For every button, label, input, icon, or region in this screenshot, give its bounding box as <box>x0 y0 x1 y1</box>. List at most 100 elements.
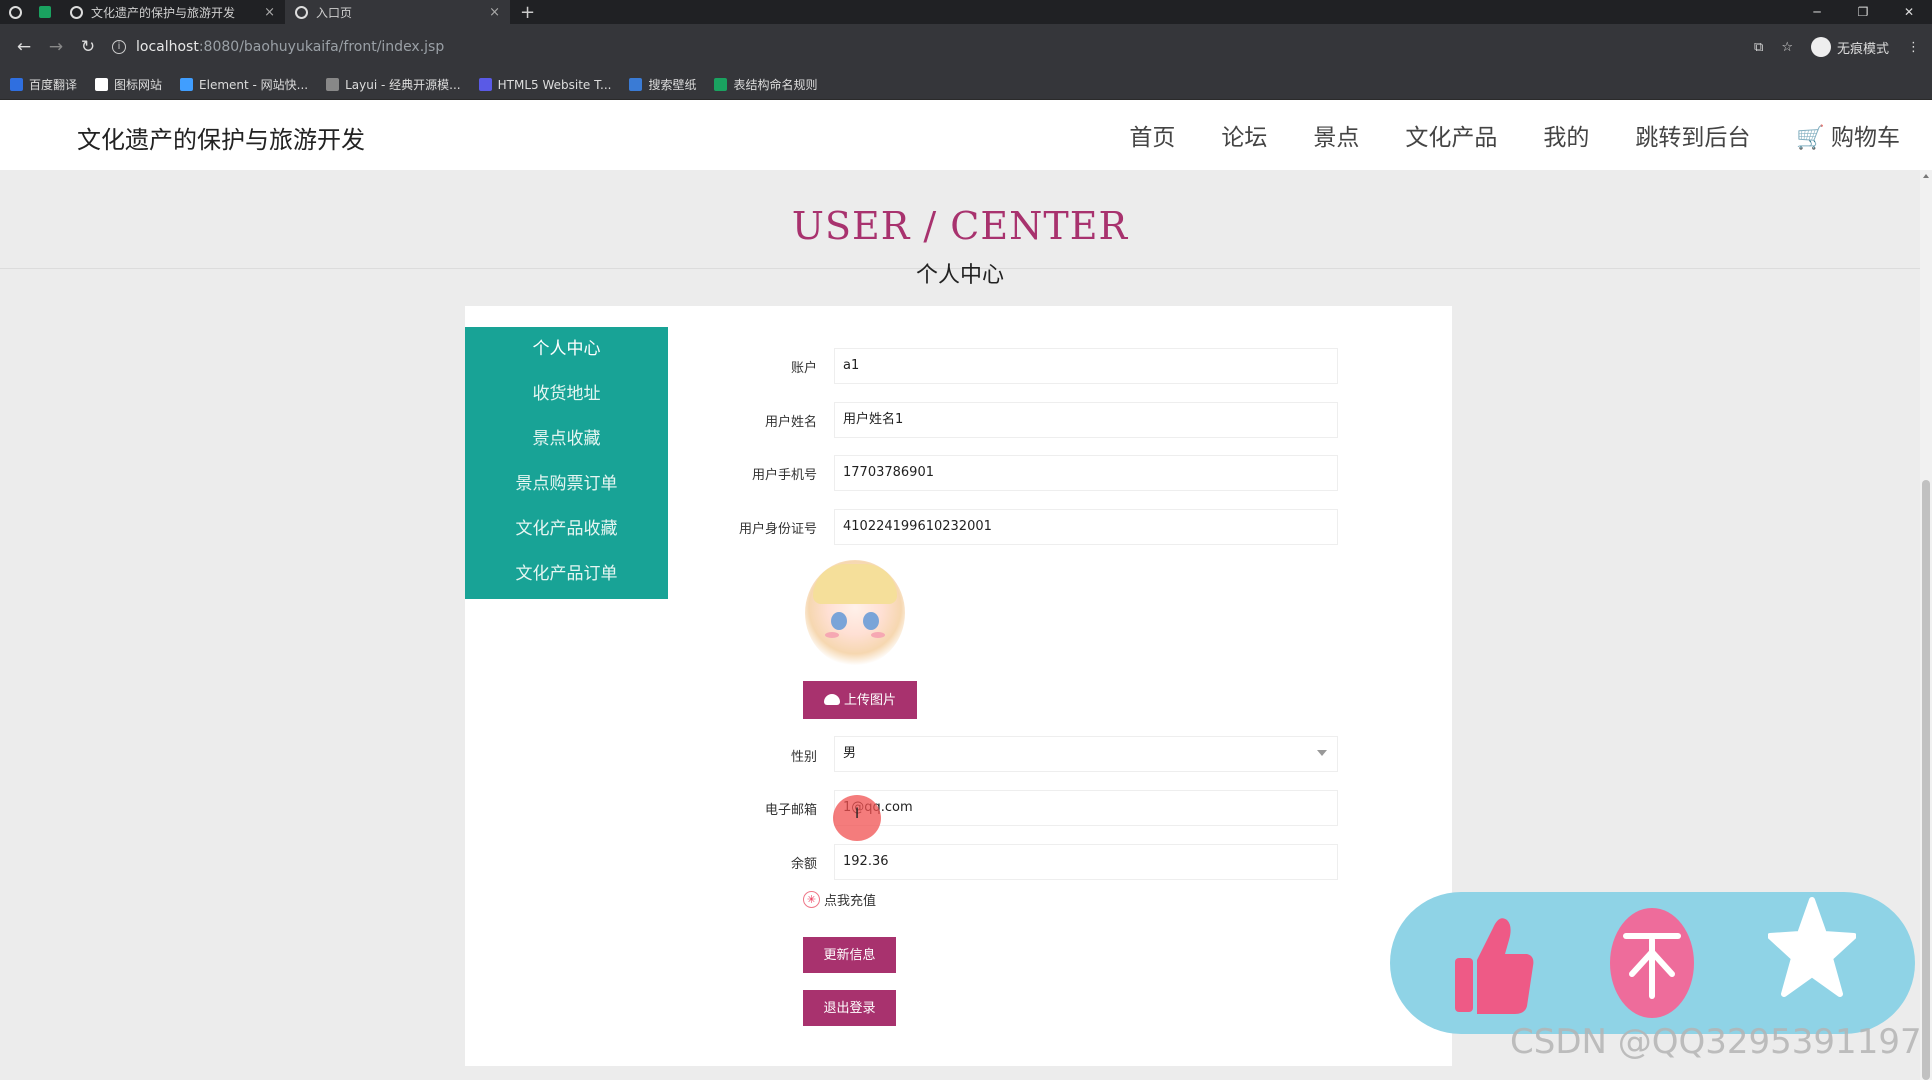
name-field[interactable]: 用户姓名1 <box>834 402 1338 438</box>
nav-cart[interactable]: 🛒 购物车 <box>1796 118 1900 152</box>
browser-tab-bar: 文化遗产的保护与旅游开发 × 入口页 × + ─ ❐ ✕ <box>0 0 1932 24</box>
sidebar-item-ticket-orders[interactable]: 景点购票订单 <box>465 462 668 507</box>
bookmark-item[interactable]: Layui - 经典开源模... <box>326 76 461 93</box>
phone-label: 用户手机号 <box>751 468 817 483</box>
pinned-tab[interactable] <box>30 0 60 24</box>
reload-button[interactable]: ↻ <box>72 37 104 57</box>
page-title-en: USER / CENTER <box>791 204 1129 248</box>
sidebar-item-product-favorites[interactable]: 文化产品收藏 <box>465 507 668 552</box>
omnibox-actions: ⧉ ☆ 无痕模式 ⋮ <box>1754 24 1920 70</box>
tab-site[interactable]: 文化遗产的保护与旅游开发 × <box>60 0 285 24</box>
info-icon[interactable]: i <box>112 40 126 54</box>
tab-close-icon[interactable]: × <box>489 5 500 20</box>
address-bar-row: ← → ↻ i localhost :8080/baohuyukaifa/fro… <box>0 24 1932 70</box>
scroll-thumb[interactable] <box>1922 480 1930 1080</box>
gender-select[interactable]: 男 <box>834 736 1338 772</box>
upload-label: 上传图片 <box>843 692 896 707</box>
cloud-upload-icon <box>823 694 840 705</box>
balance-label: 余额 <box>790 857 817 872</box>
nav-cart-label: 购物车 <box>1831 125 1900 151</box>
sidebar-item-profile[interactable]: 个人中心 <box>465 327 668 372</box>
tab-close-icon[interactable]: × <box>264 5 275 20</box>
sidebar-menu: 个人中心 收货地址 景点收藏 景点购票订单 文化产品收藏 文化产品订单 <box>465 327 668 599</box>
nav-mine[interactable]: 我的 <box>1543 118 1589 152</box>
recharge-label: 点我充值 <box>824 894 877 909</box>
nav-admin[interactable]: 跳转到后台 <box>1635 118 1750 152</box>
globe-icon <box>8 5 22 19</box>
omnibox[interactable]: i localhost :8080/baohuyukaifa/front/ind… <box>112 24 1932 70</box>
phone-field[interactable]: 17703786901 <box>834 455 1338 491</box>
update-info-button[interactable]: 更新信息 <box>803 937 896 973</box>
element-icon <box>180 78 194 91</box>
new-tab-button[interactable]: + <box>510 2 545 23</box>
tab-title: 文化遗产的保护与旅游开发 <box>91 5 236 20</box>
bookmark-item[interactable]: 表结构命名规则 <box>714 76 817 93</box>
balance-field[interactable]: 192.36 <box>834 844 1338 880</box>
avatar <box>805 560 905 666</box>
upload-image-button[interactable]: 上传图片 <box>803 681 917 719</box>
translate-icon[interactable]: ⧉ <box>1754 40 1763 55</box>
window-controls: ─ ❐ ✕ <box>1794 0 1932 24</box>
back-button[interactable]: ← <box>8 37 40 57</box>
minimize-button[interactable]: ─ <box>1794 0 1840 24</box>
globe-icon <box>70 5 83 19</box>
bookmark-star-icon[interactable]: ☆ <box>1781 40 1793 55</box>
tab-entry[interactable]: 入口页 × <box>285 0 510 24</box>
sheet-icon <box>39 6 51 18</box>
star-icon[interactable] <box>1768 896 1856 1000</box>
chevron-down-icon <box>1317 750 1327 756</box>
nav-forum[interactable]: 论坛 <box>1221 118 1267 152</box>
recharge-icon: ✳ <box>803 891 820 908</box>
bookmark-label: 搜索壁纸 <box>648 78 697 92</box>
page-scrollbar[interactable] <box>1920 170 1932 1080</box>
bookmark-item[interactable]: Element - 网站快... <box>180 76 308 93</box>
nav-attractions[interactable]: 景点 <box>1313 118 1359 152</box>
site-header: 文化遗产的保护与旅游开发 首页 论坛 景点 文化产品 我的 跳转到后台 🛒 购物车 <box>0 100 1932 170</box>
restore-button[interactable]: ❐ <box>1840 0 1886 24</box>
layui-icon <box>326 78 340 91</box>
recharge-link[interactable]: ✳ 点我充值 <box>803 890 876 909</box>
idcard-label: 用户身份证号 <box>738 522 817 537</box>
bookmark-item[interactable]: HTML5 Website T... <box>478 77 612 92</box>
bookmark-item[interactable]: 图标网站 <box>95 76 162 93</box>
arrow-top-icon <box>1623 933 1681 999</box>
sheet-icon <box>714 78 728 91</box>
email-field[interactable]: 1@qq.com <box>834 790 1338 826</box>
bookmark-item[interactable]: 百度翻译 <box>10 76 77 93</box>
sidebar-item-attraction-favorites[interactable]: 景点收藏 <box>465 417 668 462</box>
bookmark-label: Element - 网站快... <box>199 78 309 92</box>
logout-button[interactable]: 退出登录 <box>803 990 896 1026</box>
page-title-cn: 个人中心 <box>915 263 1004 288</box>
watermark: CSDN @QQ3295391197 <box>1510 1022 1922 1062</box>
scroll-up-arrow[interactable] <box>1923 174 1929 178</box>
url-host: localhost <box>136 39 199 55</box>
incognito-label: 无痕模式 <box>1836 41 1889 57</box>
gender-label: 性别 <box>790 750 817 765</box>
idcard-field[interactable]: 410224199610232001 <box>834 509 1338 545</box>
close-window-button[interactable]: ✕ <box>1886 0 1932 24</box>
sidebar-item-product-orders[interactable]: 文化产品订单 <box>465 552 668 597</box>
sidebar-item-address[interactable]: 收货地址 <box>465 372 668 417</box>
nav-home[interactable]: 首页 <box>1129 118 1175 152</box>
email-label: 电子邮箱 <box>764 803 817 818</box>
globe-icon <box>295 5 308 19</box>
forward-button[interactable]: → <box>40 37 72 57</box>
browser-menu-icon[interactable]: ⋮ <box>1907 40 1920 55</box>
account-label: 账户 <box>790 361 817 376</box>
bookmark-item[interactable]: 搜索壁纸 <box>629 76 696 93</box>
url-path: :8080/baohuyukaifa/front/index.jsp <box>198 39 445 55</box>
bookmarks-bar: 百度翻译 图标网站 Element - 网站快... Layui - 经典开源模… <box>0 70 1932 100</box>
flag-icon <box>95 78 109 91</box>
bookmark-label: 表结构命名规则 <box>733 78 818 92</box>
account-field[interactable]: a1 <box>834 348 1338 384</box>
name-label: 用户姓名 <box>764 415 817 430</box>
incognito-indicator[interactable]: 无痕模式 <box>1810 37 1889 57</box>
thumbs-up-icon[interactable] <box>1455 910 1535 1016</box>
bookmark-label: 图标网站 <box>114 78 163 92</box>
site-title: 文化遗产的保护与旅游开发 <box>77 126 365 154</box>
chrome-menu-tab[interactable] <box>0 0 30 24</box>
tab-title: 入口页 <box>316 5 353 20</box>
bookmark-label: HTML5 Website T... <box>497 77 612 92</box>
gender-value: 男 <box>843 746 857 761</box>
nav-cultural-products[interactable]: 文化产品 <box>1405 118 1497 152</box>
